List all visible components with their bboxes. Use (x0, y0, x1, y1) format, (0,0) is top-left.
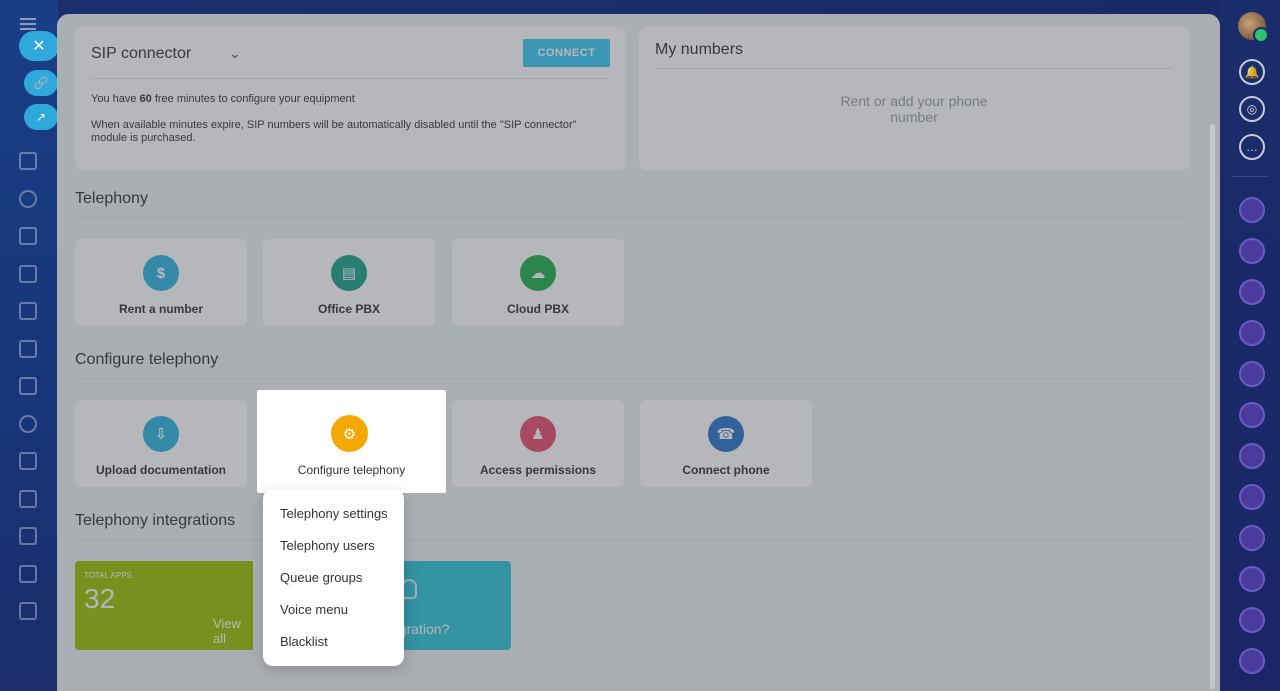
close-button[interactable]: ✕ (19, 31, 59, 61)
upload-document-icon: ⇩ (143, 416, 179, 452)
cloud-icon: ☁ (520, 255, 556, 291)
calendar-icon[interactable] (19, 227, 37, 245)
chat-avatar-icon[interactable] (1239, 607, 1265, 633)
expiry-notice: When available minutes expire, SIP numbe… (91, 119, 577, 144)
hexagon-icon[interactable] (19, 190, 37, 208)
menu-item-queue-groups[interactable]: Queue groups (280, 570, 362, 585)
divider (75, 217, 1190, 218)
menu-item-voice-menu[interactable]: Voice menu (280, 602, 348, 617)
mail-icon[interactable] (19, 377, 37, 395)
rent-number-tile[interactable]: $ Rent a number (75, 239, 247, 326)
chat-avatar-icon[interactable] (1239, 361, 1265, 387)
chat-avatar-icon[interactable] (1239, 443, 1265, 469)
divider (655, 68, 1173, 69)
connect-button[interactable]: CONNECT (523, 39, 610, 67)
my-numbers-empty-text: Rent or add your phone number (840, 93, 988, 125)
chat-avatar-icon[interactable] (1239, 279, 1265, 305)
divider (91, 78, 609, 79)
calendar-alt-icon[interactable] (19, 565, 37, 583)
configure-telephony-menu: Telephony settings Telephony users Queue… (263, 489, 404, 666)
board-icon[interactable] (19, 302, 37, 320)
pbx-icon: ▤ (331, 255, 367, 291)
tile-label: Office PBX (317, 302, 380, 316)
copy-link-button[interactable]: 🔗 (24, 70, 58, 96)
office-pbx-tile[interactable]: ▤ Office PBX (263, 239, 435, 326)
menu-item-telephony-settings[interactable]: Telephony settings (280, 506, 388, 521)
chat-avatar-icon[interactable] (1239, 238, 1265, 264)
connect-phone-tile[interactable]: ☎ Connect phone (640, 400, 812, 487)
open-new-window-button[interactable]: ↗ (24, 104, 58, 130)
telephony-section-title: Telephony (75, 190, 148, 207)
divider (75, 378, 1190, 379)
divider (75, 539, 1190, 540)
menu-item-telephony-users[interactable]: Telephony users (280, 538, 375, 553)
suggest-integration-card[interactable]: egration? (391, 561, 511, 650)
my-numbers-title: My numbers (655, 41, 744, 58)
tile-label: Upload documentation (96, 463, 226, 477)
sip-connector-card: SIP connector ⌄ CONNECT You have 60 free… (75, 27, 626, 170)
file-icon[interactable] (19, 265, 37, 283)
card-icon[interactable] (19, 340, 37, 358)
tile-label: Configure telephony (297, 463, 406, 477)
configure-telephony-tile[interactable]: ⚙ Configure telephony (257, 390, 446, 493)
cloud-pbx-tile[interactable]: ☁ Cloud PBX (452, 239, 624, 326)
avatar[interactable] (1238, 12, 1269, 43)
link-icon: 🔗 (33, 76, 49, 90)
user-lock-icon: ♟ (520, 416, 556, 452)
chevron-down-icon[interactable]: ⌄ (229, 45, 241, 62)
tile-label: Access permissions (479, 463, 597, 477)
my-numbers-card: My numbers Rent or add your phone number (639, 27, 1190, 170)
chat-icon[interactable] (19, 490, 37, 508)
contacts-icon[interactable] (19, 415, 37, 433)
menu-icon[interactable] (20, 18, 36, 30)
tile-label: Rent a number (118, 302, 203, 316)
external-link-icon: ↗ (35, 110, 47, 124)
document-icon[interactable] (19, 152, 37, 170)
chat-avatar-icon[interactable] (1239, 648, 1265, 674)
configure-section-title: Configure telephony (75, 351, 219, 368)
tile-label: Connect phone (682, 463, 770, 477)
view-all-link[interactable]: View all (213, 616, 253, 646)
phone-plug-icon: ☎ (708, 416, 744, 452)
sip-connector-title[interactable]: SIP connector (91, 45, 191, 63)
chat-avatar-icon[interactable] (1239, 320, 1265, 346)
menu-item-blacklist[interactable]: Blacklist (280, 634, 328, 649)
total-apps-card[interactable]: TOTAL APPS 32 View all (75, 561, 253, 650)
close-icon: ✕ (32, 38, 46, 55)
right-sidebar: 🔔 ◎ … (1220, 0, 1280, 691)
copilot-icon[interactable]: ◎ (1239, 96, 1265, 122)
divider (1232, 176, 1268, 177)
bell-icon[interactable]: 🔔 (1239, 59, 1265, 85)
messages-icon[interactable]: … (1239, 134, 1265, 160)
total-apps-count: 32 (84, 583, 116, 614)
upload-documentation-tile[interactable]: ⇩ Upload documentation (75, 400, 247, 487)
chat-avatar-icon[interactable] (1239, 197, 1265, 223)
chat-avatar-icon[interactable] (1239, 484, 1265, 510)
total-apps-label: TOTAL APPS (84, 571, 132, 580)
left-sidebar (0, 0, 58, 691)
settings-gear-icon: ⚙ (331, 415, 368, 452)
telephony-panel: SIP connector ⌄ CONNECT You have 60 free… (57, 14, 1220, 691)
chat-avatar-icon[interactable] (1239, 525, 1265, 551)
integrations-section-title: Telephony integrations (75, 512, 236, 529)
chat-avatar-icon[interactable] (1239, 566, 1265, 592)
checkbox-icon[interactable] (19, 452, 37, 470)
access-permissions-tile[interactable]: ♟ Access permissions (452, 400, 624, 487)
filter-icon[interactable] (19, 527, 37, 545)
grid-icon[interactable] (19, 602, 37, 620)
phone-dollar-icon: $ (143, 255, 179, 291)
chat-avatar-icon[interactable] (1239, 402, 1265, 428)
free-minutes-text: You have 60 free minutes to configure yo… (91, 93, 355, 105)
scrollbar[interactable] (1210, 124, 1215, 689)
tile-label: Cloud PBX (507, 302, 569, 316)
